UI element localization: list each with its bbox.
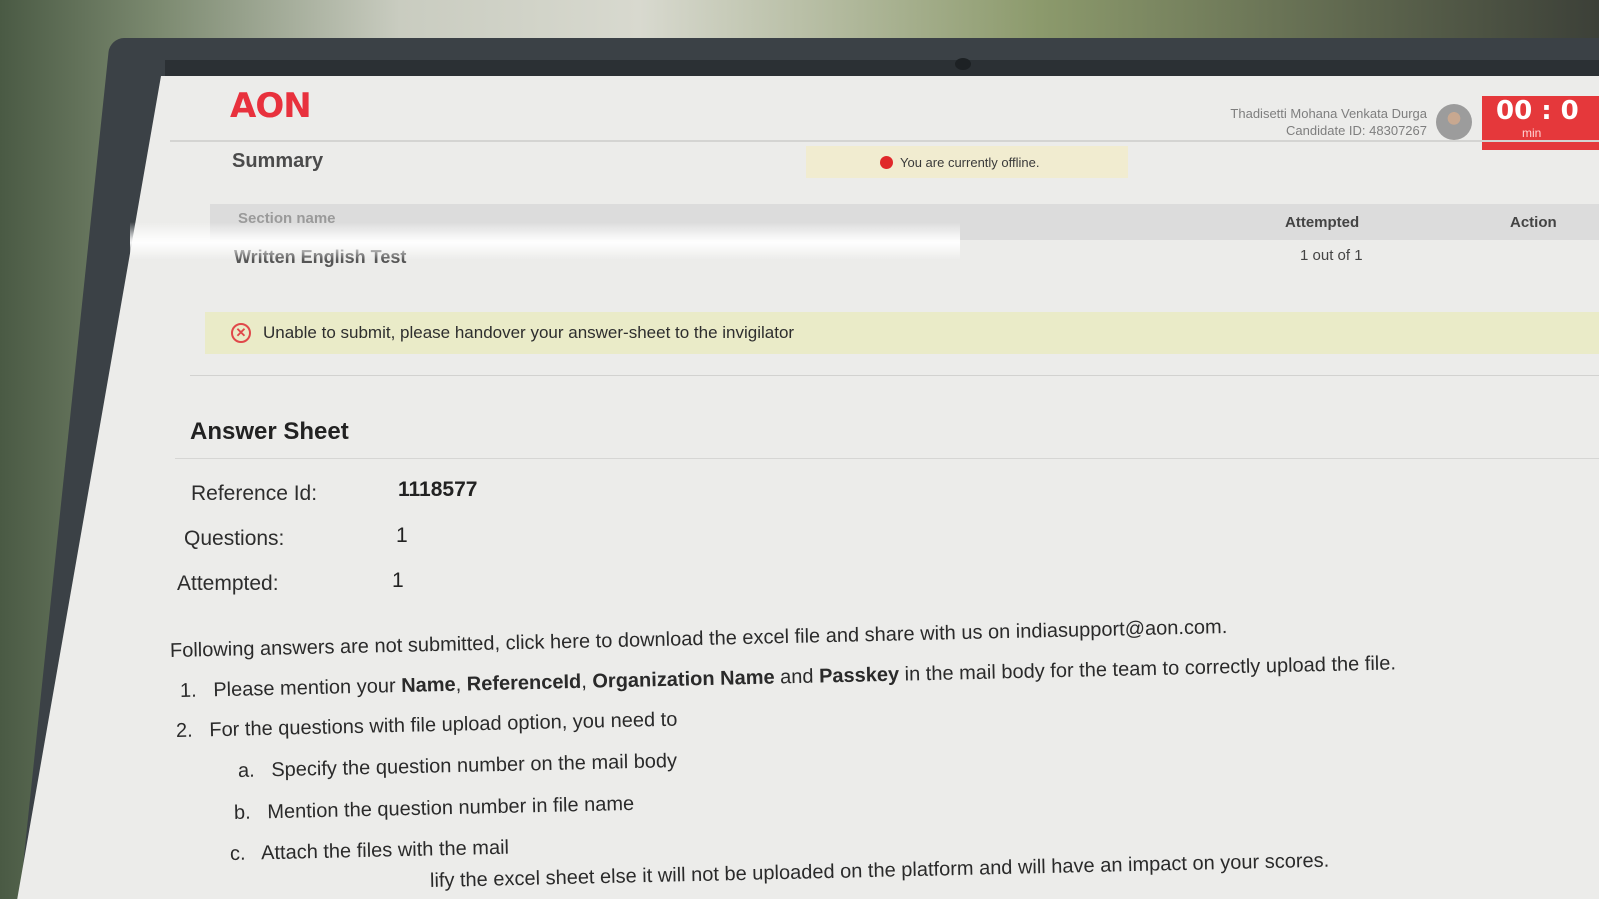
candidate-name: Thadisetti Mohana Venkata Durga	[1230, 106, 1427, 121]
answer-sheet-title: Answer Sheet	[190, 418, 349, 445]
offline-status: You are currently offline.	[806, 146, 1128, 178]
summary-panel-divider	[190, 375, 1599, 376]
submit-error-alert: ✕ Unable to submit, please handover your…	[205, 312, 1599, 354]
timer-value: 00 : 0	[1496, 96, 1579, 126]
item-1-passkey: Passkey	[818, 663, 900, 688]
questions-value: 1	[396, 524, 408, 547]
item-1-reference: ReferenceId	[466, 670, 582, 696]
item-1-organization: Organization Name	[592, 666, 775, 693]
questions-label: Questions:	[184, 527, 285, 550]
attempted-cell: 1 out of 1	[1300, 247, 1363, 264]
item-1-and: and	[774, 665, 820, 689]
avatar[interactable]	[1436, 104, 1472, 140]
item-2-number: 2.	[175, 719, 193, 742]
reference-id-value: 1118577	[398, 478, 478, 501]
item-1-pre: Please mention your	[213, 674, 402, 702]
sub-c-letter: c.	[229, 842, 246, 865]
attempted-value: 1	[392, 569, 404, 592]
item-1-number: 1.	[179, 679, 197, 702]
aon-logo: AON	[230, 86, 312, 126]
error-message: Unable to submit, please handover your a…	[263, 323, 795, 342]
offline-dot-icon	[880, 155, 893, 169]
header-divider	[170, 140, 1599, 142]
candidate-id: Candidate ID: 48307267	[1286, 123, 1427, 138]
candidate-info: Thadisetti Mohana Venkata Durga Candidat…	[1230, 105, 1427, 139]
sub-b-letter: b.	[233, 801, 251, 824]
photo-background: AON Thadisetti Mohana Venkata Durga Cand…	[0, 0, 1599, 899]
summary-title: Summary	[232, 150, 324, 172]
error-circle-icon: ✕	[231, 323, 251, 343]
webcam	[955, 58, 971, 70]
item-1-name: Name	[400, 673, 456, 697]
section-name-cell: Written English Test	[234, 247, 407, 267]
column-attempted: Attempted	[1285, 214, 1360, 231]
sub-c-text: Attach the files with the mail	[260, 836, 510, 865]
reference-id-label: Reference Id:	[191, 482, 318, 505]
answer-sheet-divider	[175, 458, 1599, 459]
summary-table-header: Section name Attempted Action	[210, 204, 1599, 240]
item-1-sep-1: ,	[455, 673, 468, 696]
timer-unit: min	[1522, 126, 1542, 140]
offline-message: You are currently offline.	[900, 154, 1040, 170]
attempted-label: Attempted:	[177, 572, 279, 595]
column-action: Action	[1510, 214, 1557, 231]
sub-a-letter: a.	[237, 759, 255, 782]
column-section-name: Section name	[238, 210, 336, 227]
